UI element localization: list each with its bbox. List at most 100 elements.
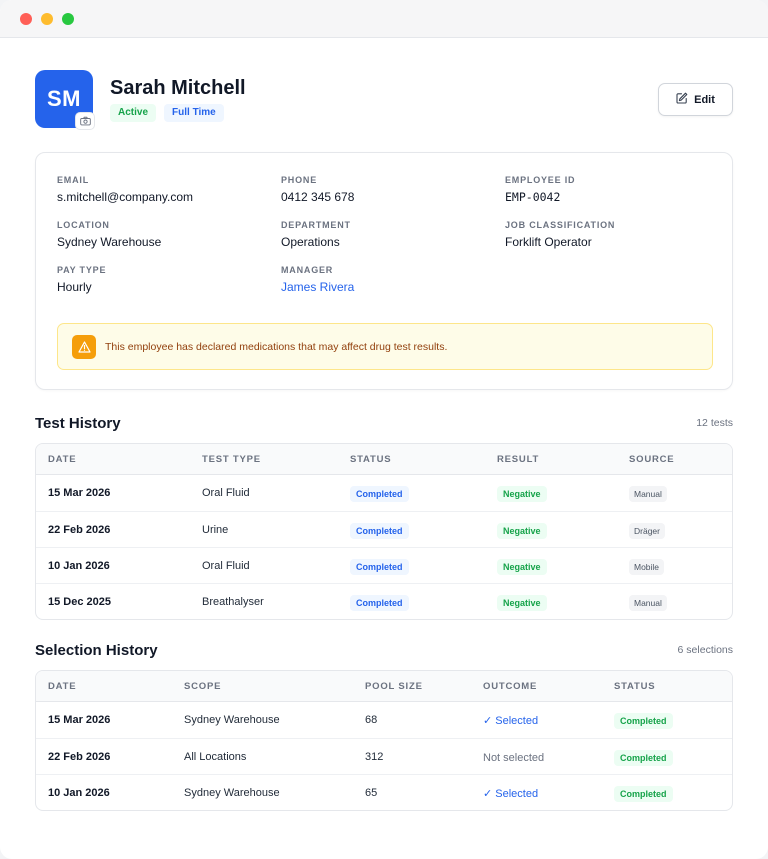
column-header-status[interactable]: STATUS xyxy=(602,681,732,692)
employee-id-field: EMPLOYEE ID EMP-0042 xyxy=(505,175,575,204)
job-classification-value: Forklift Operator xyxy=(505,235,592,249)
column-header-source[interactable]: SOURCE xyxy=(617,454,732,465)
test-date: 10 Jan 2026 xyxy=(48,559,110,572)
table-row[interactable]: 15 Mar 2026 Sydney Warehouse 68 ✓ Select… xyxy=(36,702,732,738)
close-window-button[interactable] xyxy=(20,12,32,25)
profile-header: SM Sarah Mitchell Active Full Time Edit xyxy=(35,38,733,152)
manager-link[interactable]: James Rivera xyxy=(281,280,354,294)
camera-icon[interactable] xyxy=(75,112,95,130)
test-type: Oral Fluid xyxy=(202,487,250,499)
employee-details-card: EMAIL s.mitchell@company.com PHONE 0412 … xyxy=(35,152,733,390)
status-badge: Completed xyxy=(350,558,409,575)
test-type: Urine xyxy=(202,523,229,536)
selection-date: 22 Feb 2026 xyxy=(48,750,111,763)
minimize-window-button[interactable] xyxy=(41,12,53,25)
selection-scope: Sydney Warehouse xyxy=(184,786,280,799)
test-history-count: 12 tests xyxy=(696,417,733,429)
test-date: 15 Dec 2025 xyxy=(48,595,111,608)
department-field: DEPARTMENT Operations xyxy=(281,220,351,249)
employee-profile: SM Sarah Mitchell Active Full Time Edit … xyxy=(35,38,733,811)
title-bar xyxy=(0,0,768,38)
phone-value: 0412 345 678 xyxy=(281,190,355,204)
test-type: Breathalyser xyxy=(202,595,264,608)
result-badge: Negative xyxy=(497,486,547,502)
column-header-scope[interactable]: SCOPE xyxy=(172,681,353,692)
source-badge: Manual xyxy=(629,594,667,611)
location-field: LOCATION Sydney Warehouse xyxy=(57,220,161,249)
employee-name: Sarah Mitchell xyxy=(110,77,246,99)
test-date: 15 Mar 2026 xyxy=(48,487,111,499)
outcome-text: Selected xyxy=(495,715,539,727)
employee-id-label: EMPLOYEE ID xyxy=(505,175,576,185)
source-badge: Mobile xyxy=(629,558,665,575)
edit-button[interactable]: Edit xyxy=(658,83,733,116)
employee-id-value: EMP-0042 xyxy=(505,190,561,204)
table-header-row: DATE TEST TYPE STATUS RESULT SOURCE xyxy=(36,444,732,475)
table-header-row: DATE SCOPE POOL SIZE OUTCOME STATUS xyxy=(36,671,732,702)
status-badge: Completed xyxy=(614,713,673,729)
table-row[interactable]: 15 Mar 2026 Oral Fluid Completed Negativ… xyxy=(36,475,732,511)
selection-scope: All Locations xyxy=(184,750,247,763)
pool-size: 312 xyxy=(365,750,384,763)
column-header-date[interactable]: DATE xyxy=(36,681,172,692)
table-row[interactable]: 22 Feb 2026 All Locations 312 Not select… xyxy=(36,738,732,774)
phone-field: PHONE 0412 345 678 xyxy=(281,175,354,204)
status-badge: Completed xyxy=(614,785,673,802)
warning-icon xyxy=(72,334,96,359)
maximize-window-button[interactable] xyxy=(62,12,74,25)
manager-label: MANAGER xyxy=(281,265,334,275)
avatar[interactable]: SM xyxy=(35,70,95,130)
pay-type-label: PAY TYPE xyxy=(57,265,107,275)
pay-type-field: PAY TYPE Hourly xyxy=(57,265,106,294)
test-history-title: Test History xyxy=(35,414,121,432)
check-icon: ✓ xyxy=(483,787,496,800)
warning-text: This employee has declared medications t… xyxy=(105,340,448,353)
status-badge: Completed xyxy=(350,594,409,611)
manager-field: MANAGER James Rivera xyxy=(281,265,354,294)
selection-history-title: Selection History xyxy=(35,641,158,659)
outcome-text: Not selected xyxy=(483,751,545,764)
column-header-pool-size[interactable]: POOL SIZE xyxy=(353,681,471,692)
status-badge: Completed xyxy=(350,522,409,539)
avatar-initials: SM xyxy=(47,86,81,111)
department-value: Operations xyxy=(281,235,340,249)
medication-warning-banner: This employee has declared medications t… xyxy=(57,323,713,370)
outcome-text: Selected xyxy=(495,787,539,800)
test-history-header: Test History 12 tests xyxy=(35,413,733,433)
location-label: LOCATION xyxy=(57,220,110,230)
location-value: Sydney Warehouse xyxy=(57,235,162,249)
active-badge: Active xyxy=(110,104,157,122)
pool-size: 68 xyxy=(365,714,378,726)
pay-type-value: Hourly xyxy=(57,280,92,294)
email-field: EMAIL s.mitchell@company.com xyxy=(57,175,193,204)
status-badges: Active Full Time xyxy=(110,104,224,122)
email-value: s.mitchell@company.com xyxy=(57,190,193,204)
column-header-outcome[interactable]: OUTCOME xyxy=(471,681,602,692)
check-icon: ✓ xyxy=(483,715,496,727)
status-badge: Completed xyxy=(350,486,409,502)
selection-date: 15 Mar 2026 xyxy=(48,714,111,726)
email-label: EMAIL xyxy=(57,175,89,185)
column-header-date[interactable]: DATE xyxy=(36,454,190,465)
table-row[interactable]: 22 Feb 2026 Urine Completed Negative Drä… xyxy=(36,511,732,547)
selection-history-header: Selection History 6 selections xyxy=(35,640,733,660)
source-badge: Dräger xyxy=(629,522,665,539)
selection-scope: Sydney Warehouse xyxy=(184,714,280,726)
employment-type-badge: Full Time xyxy=(164,104,224,122)
column-header-test-type[interactable]: TEST TYPE xyxy=(190,454,338,465)
test-history-table: DATE TEST TYPE STATUS RESULT SOURCE 15 M… xyxy=(35,443,733,620)
test-type: Oral Fluid xyxy=(202,559,250,572)
department-label: DEPARTMENT xyxy=(281,220,351,230)
table-row[interactable]: 10 Jan 2026 Sydney Warehouse 65 ✓ Select… xyxy=(36,774,732,810)
source-badge: Manual xyxy=(629,486,667,502)
table-row[interactable]: 15 Dec 2025 Breathalyser Completed Negat… xyxy=(36,583,732,619)
app-window: SM Sarah Mitchell Active Full Time Edit … xyxy=(0,0,768,859)
result-badge: Negative xyxy=(497,522,547,539)
table-row[interactable]: 10 Jan 2026 Oral Fluid Completed Negativ… xyxy=(36,547,732,583)
column-header-result[interactable]: RESULT xyxy=(485,454,617,465)
test-date: 22 Feb 2026 xyxy=(48,523,111,536)
edit-button-label: Edit xyxy=(694,93,715,106)
pool-size: 65 xyxy=(365,786,378,799)
column-header-status[interactable]: STATUS xyxy=(338,454,485,465)
selection-history-count: 6 selections xyxy=(677,644,733,656)
